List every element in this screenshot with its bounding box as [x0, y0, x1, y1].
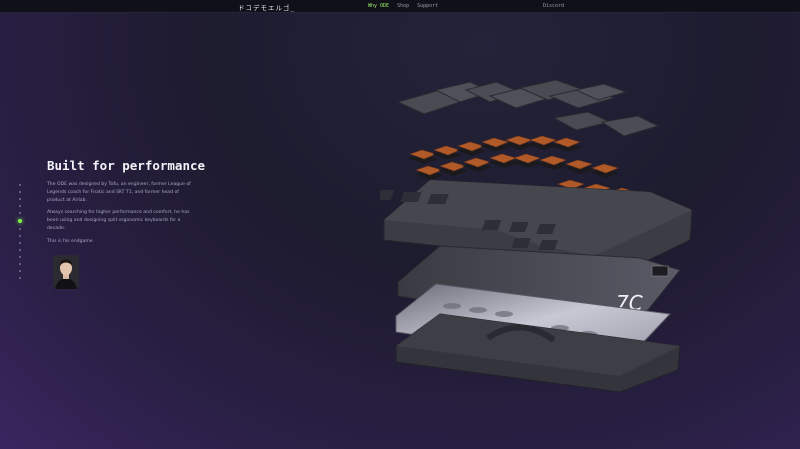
- nav-link-support[interactable]: Support: [417, 3, 438, 9]
- pager-dot[interactable]: [19, 263, 21, 265]
- key-switch: [488, 153, 518, 168]
- key-switch: [528, 135, 558, 150]
- key-switch: [462, 157, 492, 172]
- section-paragraph: This is his endgame: [47, 238, 93, 244]
- section-paragraph: Always searching for higher performance …: [47, 210, 190, 231]
- nav-link-shop[interactable]: Shop: [397, 3, 409, 9]
- pager-dot[interactable]: [19, 228, 21, 230]
- key-switch: [564, 159, 594, 174]
- avatar: [53, 255, 79, 289]
- section-pager: [17, 184, 22, 279]
- key-switch: [590, 163, 620, 178]
- nav-link-why-ode[interactable]: Why ODE: [368, 3, 389, 9]
- key-switch: [538, 155, 568, 170]
- pager-dot[interactable]: [19, 277, 21, 279]
- pager-dot[interactable]: [19, 184, 21, 186]
- pager-dot[interactable]: [19, 270, 21, 272]
- key-switch: [432, 145, 462, 160]
- nav-link-discord[interactable]: Discord: [543, 3, 564, 9]
- pager-dot[interactable]: [19, 204, 21, 207]
- key-switch: [512, 153, 542, 168]
- pager-dot[interactable]: [17, 218, 22, 223]
- keycaps-layer: [396, 79, 660, 137]
- exploded-keyboard-illustration: 7C: [380, 79, 693, 393]
- main-nav: Why ODE Shop Support: [368, 3, 438, 9]
- pager-dot[interactable]: [19, 190, 21, 193]
- top-navigation-bar: ドコデモエルゴ_ Why ODE Shop Support Discord: [0, 0, 800, 13]
- pager-dot[interactable]: [19, 249, 21, 251]
- pager-dot[interactable]: [19, 235, 21, 237]
- pager-dot[interactable]: [19, 256, 21, 258]
- person-portrait-icon: [53, 255, 79, 289]
- key-switch: [438, 161, 468, 176]
- pager-dot[interactable]: [19, 242, 21, 244]
- key-switch: [414, 165, 444, 180]
- key-switch: [504, 135, 534, 150]
- section-title: Built for performance: [47, 158, 206, 173]
- section-paragraph: The ODE was designed by Tofu, an enginee…: [47, 182, 191, 203]
- pager-dot[interactable]: [19, 211, 21, 214]
- section-content: Built for performance The ODE was design…: [47, 158, 206, 251]
- pager-dot[interactable]: [19, 197, 21, 200]
- logo[interactable]: ドコデモエルゴ_: [238, 2, 295, 12]
- key-switch: [456, 141, 486, 156]
- key-switch: [408, 149, 438, 164]
